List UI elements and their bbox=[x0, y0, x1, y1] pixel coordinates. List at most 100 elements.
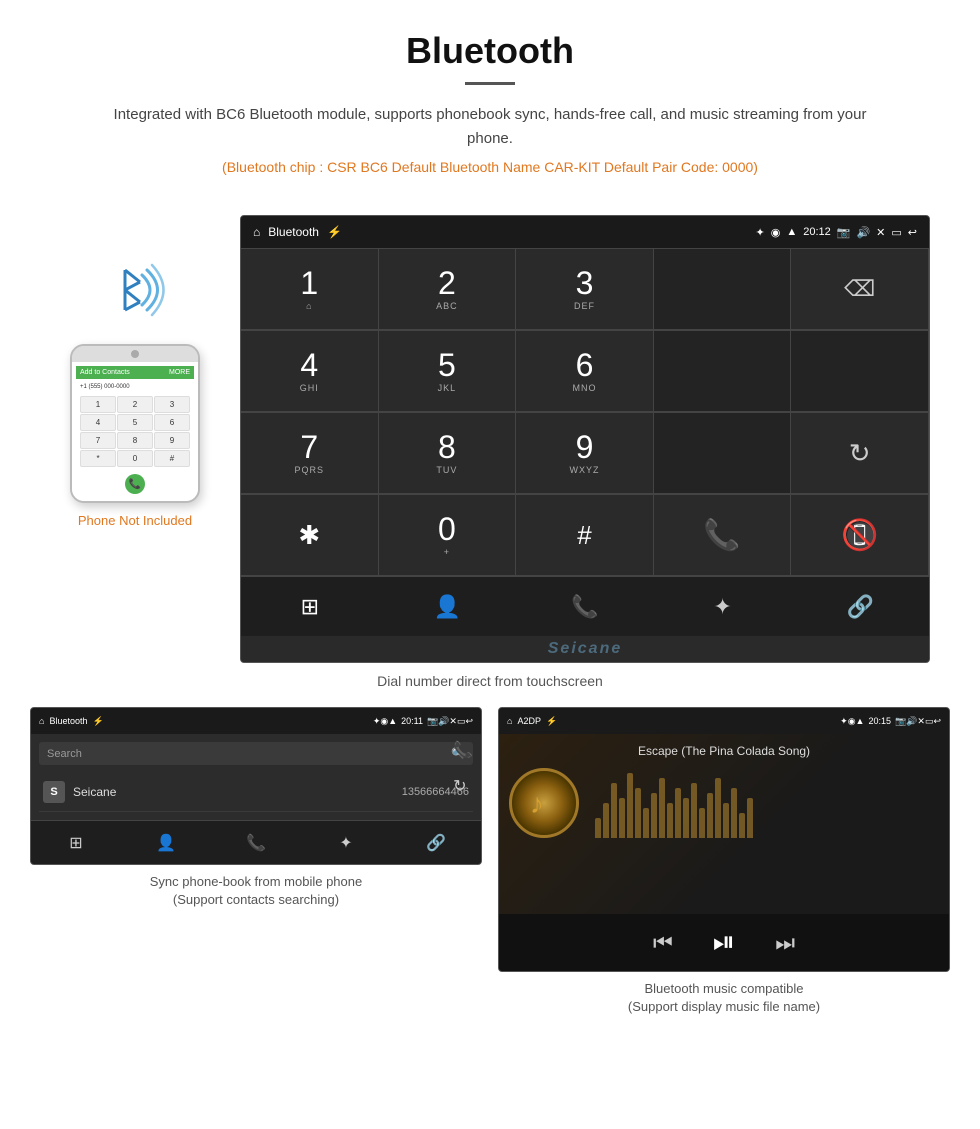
music-controls: ⏮ ⏯ ⏭ bbox=[499, 914, 949, 971]
phone-top-bar bbox=[72, 346, 198, 362]
music-note-icon: ♪ bbox=[526, 785, 562, 821]
contact-name: Seicane bbox=[73, 785, 394, 799]
phonebook-status-bar: ⌂ Bluetooth ⚡ ✦◉▲ 20:11 📷🔊✕▭↩ bbox=[31, 708, 481, 734]
ms-time: 20:15 bbox=[868, 716, 891, 726]
pb-app-name: Bluetooth bbox=[49, 716, 87, 726]
key-empty-3 bbox=[791, 331, 929, 412]
pb-refresh-icon[interactable]: ↻ bbox=[453, 776, 473, 796]
pb-nav-bluetooth[interactable]: ✦ bbox=[301, 821, 391, 864]
nav-link[interactable]: 🔗 bbox=[791, 577, 929, 636]
music-section: ⌂ A2DP ⚡ ✦◉▲ 20:15 📷🔊✕▭↩ Escape (The Pin… bbox=[498, 707, 950, 1020]
ms-home-icon: ⌂ bbox=[507, 716, 512, 726]
contact-avatar: S bbox=[43, 781, 65, 803]
phone-screen: Add to Contacts MORE +1 (555) 000-0000 1… bbox=[72, 362, 198, 501]
ms-app-name: A2DP bbox=[517, 716, 541, 726]
bluetooth-icon-wrap bbox=[100, 255, 170, 330]
key-empty-2 bbox=[654, 331, 792, 412]
nav-bluetooth[interactable]: ✦ bbox=[654, 577, 792, 636]
phone-keypad: 1 2 3 4 5 6 7 8 9 * 0 # bbox=[76, 396, 194, 471]
nav-contacts[interactable]: 👤 bbox=[379, 577, 517, 636]
pb-nav-contacts[interactable]: 👤 bbox=[121, 821, 211, 864]
rewind-button[interactable]: ⏮ bbox=[653, 930, 673, 956]
key-6[interactable]: 6 MNO bbox=[516, 331, 654, 412]
pb-phone-icon[interactable]: 📞 bbox=[453, 740, 473, 760]
key-7[interactable]: 7 PQRS bbox=[241, 413, 379, 494]
key-redial[interactable]: ↻ bbox=[791, 413, 929, 494]
fast-forward-button[interactable]: ⏭ bbox=[775, 930, 795, 956]
key-8[interactable]: 8 TUV bbox=[379, 413, 517, 494]
watermark: Seicane bbox=[241, 636, 929, 662]
dial-app-name: Bluetooth bbox=[268, 225, 319, 239]
page-title: Bluetooth bbox=[20, 30, 960, 72]
camera-icon: 📷 bbox=[837, 226, 851, 239]
close-icon: ✕ bbox=[876, 226, 885, 239]
music-content: Escape (The Pina Colada Song) ♪ bbox=[499, 734, 949, 914]
play-pause-button[interactable]: ⏯ bbox=[713, 926, 735, 959]
volume-icon: 🔊 bbox=[856, 226, 870, 239]
key-2[interactable]: 2 ABC bbox=[379, 249, 517, 330]
pb-home-icon: ⌂ bbox=[39, 716, 44, 726]
key-call-red[interactable]: 📵 bbox=[791, 495, 929, 576]
key-hash[interactable]: # bbox=[516, 495, 654, 576]
redial-icon: ↻ bbox=[849, 438, 871, 469]
main-image-section: Add to Contacts MORE +1 (555) 000-0000 1… bbox=[0, 205, 980, 663]
phone-camera bbox=[131, 350, 139, 358]
phone-screen-header: Add to Contacts MORE bbox=[76, 366, 194, 379]
signal-icon: ▲ bbox=[786, 226, 797, 238]
key-4[interactable]: 4 GHI bbox=[241, 331, 379, 412]
phone-call-button: 📞 bbox=[125, 474, 145, 494]
music-album-row: ♪ bbox=[509, 768, 939, 838]
bluetooth-specs: (Bluetooth chip : CSR BC6 Default Blueto… bbox=[20, 159, 960, 175]
eq-bars bbox=[595, 768, 939, 838]
page-header: Bluetooth Integrated with BC6 Bluetooth … bbox=[0, 0, 980, 205]
music-song-title: Escape (The Pina Colada Song) bbox=[638, 744, 810, 758]
dial-status-bar: ⌂ Bluetooth ⚡ ✦ ◉ ▲ 20:12 📷 🔊 ✕ ▭ ↩ bbox=[241, 216, 929, 248]
usb-icon: ⚡ bbox=[327, 225, 342, 239]
dial-time: 20:12 bbox=[803, 226, 831, 238]
key-3[interactable]: 3 DEF bbox=[516, 249, 654, 330]
contact-row[interactable]: S Seicane 13566664466 bbox=[39, 773, 473, 812]
ms-usb-icon: ⚡ bbox=[546, 716, 557, 727]
phonebook-caption: Sync phone-book from mobile phone(Suppor… bbox=[146, 865, 366, 913]
phonebook-nav: ⊞ 👤 📞 ✦ 🔗 bbox=[31, 820, 481, 864]
key-0[interactable]: 0 + bbox=[379, 495, 517, 576]
key-star[interactable]: ✱ bbox=[241, 495, 379, 576]
key-1[interactable]: 1 ⌂ bbox=[241, 249, 379, 330]
pb-nav-phone[interactable]: 📞 bbox=[211, 821, 301, 864]
key-call-green[interactable]: 📞 bbox=[654, 495, 792, 576]
key-delete[interactable]: ⌫ bbox=[791, 249, 929, 330]
page-description: Integrated with BC6 Bluetooth module, su… bbox=[110, 103, 870, 151]
dial-screen: ⌂ Bluetooth ⚡ ✦ ◉ ▲ 20:12 📷 🔊 ✕ ▭ ↩ 1 ⌂ bbox=[240, 215, 930, 663]
keypad-row-4: ✱ 0 + # 📞 📵 bbox=[241, 494, 929, 576]
album-art: ♪ bbox=[509, 768, 579, 838]
pb-nav-dialpad[interactable]: ⊞ bbox=[31, 821, 121, 864]
search-placeholder: Search bbox=[47, 748, 82, 760]
pb-nav-link[interactable]: 🔗 bbox=[391, 821, 481, 864]
delete-icon: ⌫ bbox=[844, 276, 875, 302]
phone-not-included-label: Phone Not Included bbox=[78, 513, 192, 528]
keypad-row-1: 1 ⌂ 2 ABC 3 DEF ⌫ bbox=[241, 248, 929, 330]
call-green-icon: 📞 bbox=[703, 518, 740, 553]
keypad-row-2: 4 GHI 5 JKL 6 MNO bbox=[241, 330, 929, 412]
bluetooth-wave-icon bbox=[100, 255, 170, 325]
search-bar[interactable]: Search 🔍 bbox=[39, 742, 473, 765]
bluetooth-status-icon: ✦ bbox=[756, 226, 765, 239]
window-icon: ▭ bbox=[891, 226, 901, 239]
key-empty-4 bbox=[654, 413, 792, 494]
pb-usb-icon: ⚡ bbox=[92, 716, 103, 727]
phonebook-section: ⌂ Bluetooth ⚡ ✦◉▲ 20:11 📷🔊✕▭↩ Search 🔍 S bbox=[30, 707, 482, 1020]
music-screen: ⌂ A2DP ⚡ ✦◉▲ 20:15 📷🔊✕▭↩ Escape (The Pin… bbox=[498, 707, 950, 972]
bottom-screens: ⌂ Bluetooth ⚡ ✦◉▲ 20:11 📷🔊✕▭↩ Search 🔍 S bbox=[0, 707, 980, 1040]
phone-side: Add to Contacts MORE +1 (555) 000-0000 1… bbox=[50, 215, 220, 528]
music-status-bar: ⌂ A2DP ⚡ ✦◉▲ 20:15 📷🔊✕▭↩ bbox=[499, 708, 949, 734]
nav-dialpad[interactable]: ⊞ bbox=[241, 577, 379, 636]
pb-time: 20:11 bbox=[401, 716, 423, 726]
music-caption: Bluetooth music compatible(Support displ… bbox=[624, 972, 824, 1020]
key-9[interactable]: 9 WXYZ bbox=[516, 413, 654, 494]
call-red-icon: 📵 bbox=[841, 518, 878, 553]
key-5[interactable]: 5 JKL bbox=[379, 331, 517, 412]
back-icon: ↩ bbox=[908, 226, 917, 239]
nav-phone[interactable]: 📞 bbox=[516, 577, 654, 636]
phonebook-screen: ⌂ Bluetooth ⚡ ✦◉▲ 20:11 📷🔊✕▭↩ Search 🔍 S bbox=[30, 707, 482, 865]
location-icon: ◉ bbox=[771, 226, 781, 239]
